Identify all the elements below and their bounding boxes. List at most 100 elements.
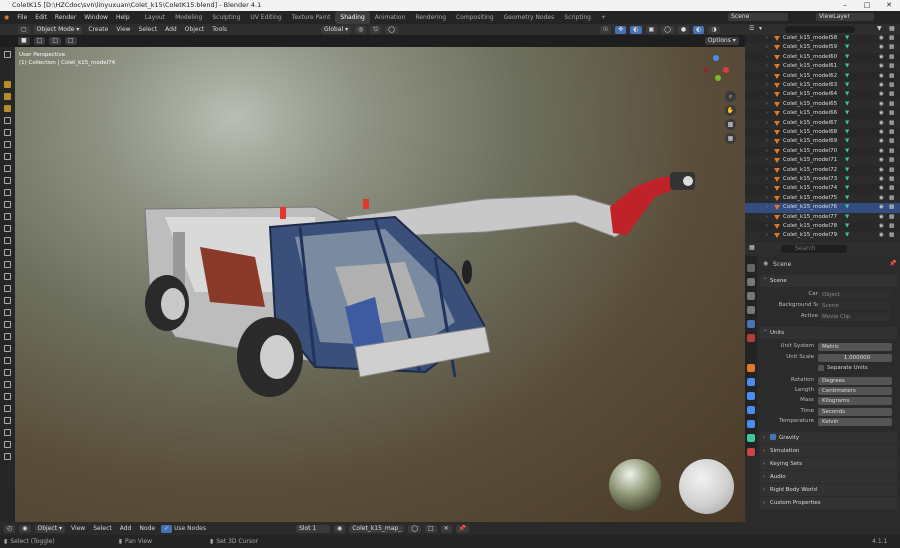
file-icon[interactable] (4, 429, 11, 436)
tool-cursor-icon[interactable] (4, 51, 11, 58)
folder-icon[interactable] (4, 105, 11, 112)
eye-icon[interactable]: ◉ (879, 90, 884, 99)
length-dropdown[interactable]: Centimeters (818, 387, 892, 395)
outliner-item[interactable]: › Colet_k15_model70 ▼ ◉ ▩ (745, 147, 900, 156)
eye-icon[interactable]: ◉ (879, 53, 884, 62)
shield-icon[interactable]: ◯ (408, 524, 421, 533)
outliner-item[interactable]: › Colet_k15_model62 ▼ ◉ ▩ (745, 72, 900, 81)
outliner-item[interactable]: › Colet_k15_model59 ▼ ◉ ▩ (745, 43, 900, 53)
file-icon[interactable] (4, 285, 11, 292)
expand-arrow-icon[interactable]: › (766, 175, 768, 184)
outliner-item[interactable]: › Colet_k15_model73 ▼ ◉ ▩ (745, 175, 900, 185)
outliner-item[interactable]: › Colet_k15_model76 ▼ ◉ ▩ (745, 203, 900, 213)
outliner-item[interactable]: › Colet_k15_model77 ▼ ◉ ▩ (745, 212, 900, 222)
tab-geometry-nodes[interactable]: Geometry Nodes (499, 11, 560, 24)
xray-icon[interactable]: ▣ (645, 25, 658, 34)
menu-help[interactable]: Help (112, 11, 134, 24)
eye-icon[interactable]: ◉ (879, 156, 884, 165)
camera-icon[interactable]: ▩ (889, 90, 894, 99)
file-icon[interactable] (4, 345, 11, 352)
file-icon[interactable] (4, 237, 11, 244)
menu-window[interactable]: Window (80, 11, 112, 24)
filter-icon[interactable]: ▼ (877, 25, 882, 32)
expand-arrow-icon[interactable]: › (766, 147, 768, 156)
camera-icon[interactable]: ▩ (889, 213, 894, 222)
properties-editor-icon[interactable]: ▦ (749, 244, 755, 251)
eye-icon[interactable]: ◉ (879, 100, 884, 109)
camera-icon[interactable]: ▩ (889, 166, 894, 175)
camera-icon[interactable]: ▩ (889, 53, 894, 62)
expand-arrow-icon[interactable]: › (766, 53, 768, 62)
outliner-item[interactable]: › Colet_k15_model69 ▼ ◉ ▩ (745, 137, 900, 147)
menu-create[interactable]: Create (84, 26, 112, 33)
simulation-section-header[interactable]: Simulation (760, 445, 897, 457)
folder-icon[interactable] (4, 93, 11, 100)
eye-icon[interactable]: ◉ (879, 184, 884, 193)
outliner-item[interactable]: › Colet_k15_model65 ▼ ◉ ▩ (745, 99, 900, 110)
camera-icon[interactable]: ▩ (889, 109, 894, 118)
outliner-item[interactable]: › Colet_k15_model58 ▼ ◉ ▩ (745, 34, 900, 43)
world-tab-icon[interactable] (747, 334, 755, 342)
outliner-editor-icon[interactable]: ☰ (749, 25, 754, 32)
tool-tab-icon[interactable] (747, 264, 755, 272)
axis-y-icon[interactable] (715, 75, 721, 81)
tab-shading[interactable]: Shading (335, 11, 370, 24)
outliner-item[interactable]: › Colet_k15_model68 ▼ ◉ ▩ (745, 128, 900, 137)
pan-hand-icon[interactable]: ✋ (725, 105, 736, 116)
eye-icon[interactable]: ◉ (879, 128, 884, 137)
pin-icon[interactable]: 📌 (889, 260, 896, 267)
expand-arrow-icon[interactable]: › (766, 166, 768, 175)
expand-arrow-icon[interactable]: › (766, 222, 768, 231)
visibility-icon[interactable]: ☉ (599, 25, 612, 34)
grid-view-icon[interactable]: ▦ (725, 133, 736, 144)
3d-viewport[interactable]: User Perspective (1) Collection | Colet_… (15, 47, 745, 522)
camera-icon[interactable]: ▩ (889, 100, 894, 109)
file-icon[interactable] (4, 177, 11, 184)
file-icon[interactable] (4, 417, 11, 424)
expand-arrow-icon[interactable]: › (766, 194, 768, 203)
camera-field[interactable]: Object (818, 291, 890, 299)
menu-select[interactable]: Select (135, 26, 162, 33)
menu-edit[interactable]: Edit (31, 11, 51, 24)
scene-section-header[interactable]: Scene (760, 272, 897, 287)
file-icon[interactable] (4, 165, 11, 172)
camera-icon[interactable]: ▩ (889, 203, 894, 212)
file-icon[interactable] (4, 273, 11, 280)
view-layer-tab-icon[interactable] (747, 306, 755, 314)
keying-sets-section-header[interactable]: Keying Sets (760, 458, 897, 470)
file-icon[interactable] (4, 117, 11, 124)
active-clip-field[interactable]: Movie Clip (818, 313, 890, 321)
outliner-item[interactable]: › Colet_k15_model60 ▼ ◉ ▩ (745, 53, 900, 62)
outliner-item[interactable]: › Colet_k15_model67 ▼ ◉ ▩ (745, 118, 900, 128)
eye-icon[interactable]: ◉ (879, 231, 884, 240)
file-icon[interactable] (4, 393, 11, 400)
expand-arrow-icon[interactable]: › (766, 109, 768, 118)
eye-icon[interactable]: ◉ (879, 194, 884, 203)
viewlayer-selector[interactable]: ViewLayer (816, 13, 874, 21)
outliner-item[interactable]: › Colet_k15_model61 ▼ ◉ ▩ (745, 62, 900, 72)
eye-icon[interactable]: ◉ (879, 166, 884, 175)
camera-view-icon[interactable]: ▩ (725, 119, 736, 130)
outliner-search-input[interactable] (785, 26, 855, 33)
menu-add[interactable]: Add (161, 26, 181, 33)
overlay-icon[interactable]: ◐ (630, 25, 642, 34)
expand-arrow-icon[interactable]: › (766, 137, 768, 146)
outliner-item[interactable]: › Colet_k15_model78 ▼ ◉ ▩ (745, 222, 900, 231)
file-icon[interactable] (4, 405, 11, 412)
node-menu-view[interactable]: View (67, 525, 89, 532)
output-tab-icon[interactable] (747, 292, 755, 300)
unit-system-dropdown[interactable]: Metric (818, 343, 892, 351)
menu-object[interactable]: Object (181, 26, 209, 33)
menu-render[interactable]: Render (51, 11, 80, 24)
camera-icon[interactable]: ▩ (889, 137, 894, 146)
file-icon[interactable] (4, 189, 11, 196)
file-icon[interactable] (4, 141, 11, 148)
outliner-item[interactable]: › Colet_k15_model66 ▼ ◉ ▩ (745, 109, 900, 118)
expand-arrow-icon[interactable]: › (766, 100, 768, 109)
file-icon[interactable] (4, 213, 11, 220)
eye-icon[interactable]: ◉ (879, 137, 884, 146)
shader-type-icon[interactable]: ◉ (19, 524, 31, 533)
expand-arrow-icon[interactable]: › (766, 184, 768, 193)
file-icon[interactable] (4, 357, 11, 364)
separate-units-checkbox[interactable] (818, 365, 824, 371)
